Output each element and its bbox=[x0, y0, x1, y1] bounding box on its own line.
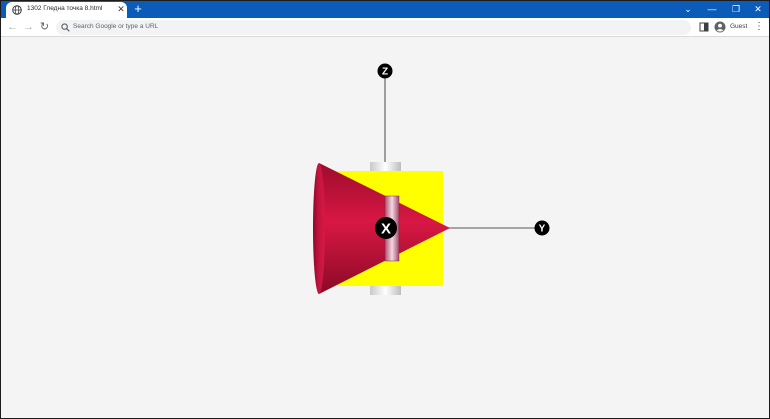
bottom-peg bbox=[370, 286, 401, 295]
reload-button[interactable]: ↻ bbox=[37, 20, 52, 35]
menu-icon[interactable]: ⋮ bbox=[754, 20, 764, 34]
tab-search-icon[interactable]: ⌄ bbox=[675, 1, 701, 18]
address-bar[interactable]: Search Google or type a URL bbox=[56, 20, 691, 35]
forward-button[interactable]: → bbox=[21, 20, 36, 35]
z-axis-marker[interactable]: Z bbox=[377, 63, 393, 79]
browser-window: 1302 Гледна точка 8.html ✕ + ⌄ — ❐ ✕ ← →… bbox=[0, 0, 770, 419]
3d-scene[interactable]: Z Y X bbox=[1, 38, 769, 418]
cone-base bbox=[313, 163, 325, 294]
back-button[interactable]: ← bbox=[5, 20, 20, 35]
side-panel-icon[interactable] bbox=[698, 21, 710, 33]
top-peg bbox=[370, 162, 401, 171]
page-viewport: Z Y X bbox=[1, 38, 769, 418]
browser-toolbar: ← → ↻ Search Google or type a URL Guest … bbox=[1, 18, 769, 37]
globe-icon bbox=[12, 5, 22, 15]
y-axis-marker[interactable]: Y bbox=[534, 220, 550, 236]
profile-label[interactable]: Guest bbox=[730, 23, 747, 30]
x-axis-label: X bbox=[381, 221, 391, 238]
new-tab-button[interactable]: + bbox=[131, 2, 145, 16]
search-icon bbox=[61, 23, 70, 32]
address-placeholder: Search Google or type a URL bbox=[73, 23, 159, 30]
title-bar: 1302 Гледна точка 8.html ✕ + ⌄ — ❐ ✕ bbox=[1, 1, 769, 18]
minimize-button[interactable]: — bbox=[699, 1, 725, 18]
x-axis-marker[interactable]: X bbox=[375, 217, 397, 239]
profile-avatar-icon[interactable] bbox=[714, 21, 726, 33]
tab-close-icon[interactable]: ✕ bbox=[116, 4, 126, 14]
tab-title: 1302 Гледна точка 8.html bbox=[27, 5, 103, 12]
close-window-button[interactable]: ✕ bbox=[745, 1, 770, 18]
browser-tab[interactable]: 1302 Гледна точка 8.html ✕ bbox=[6, 2, 127, 18]
z-axis-label: Z bbox=[382, 67, 388, 78]
y-axis-label: Y bbox=[539, 224, 546, 235]
